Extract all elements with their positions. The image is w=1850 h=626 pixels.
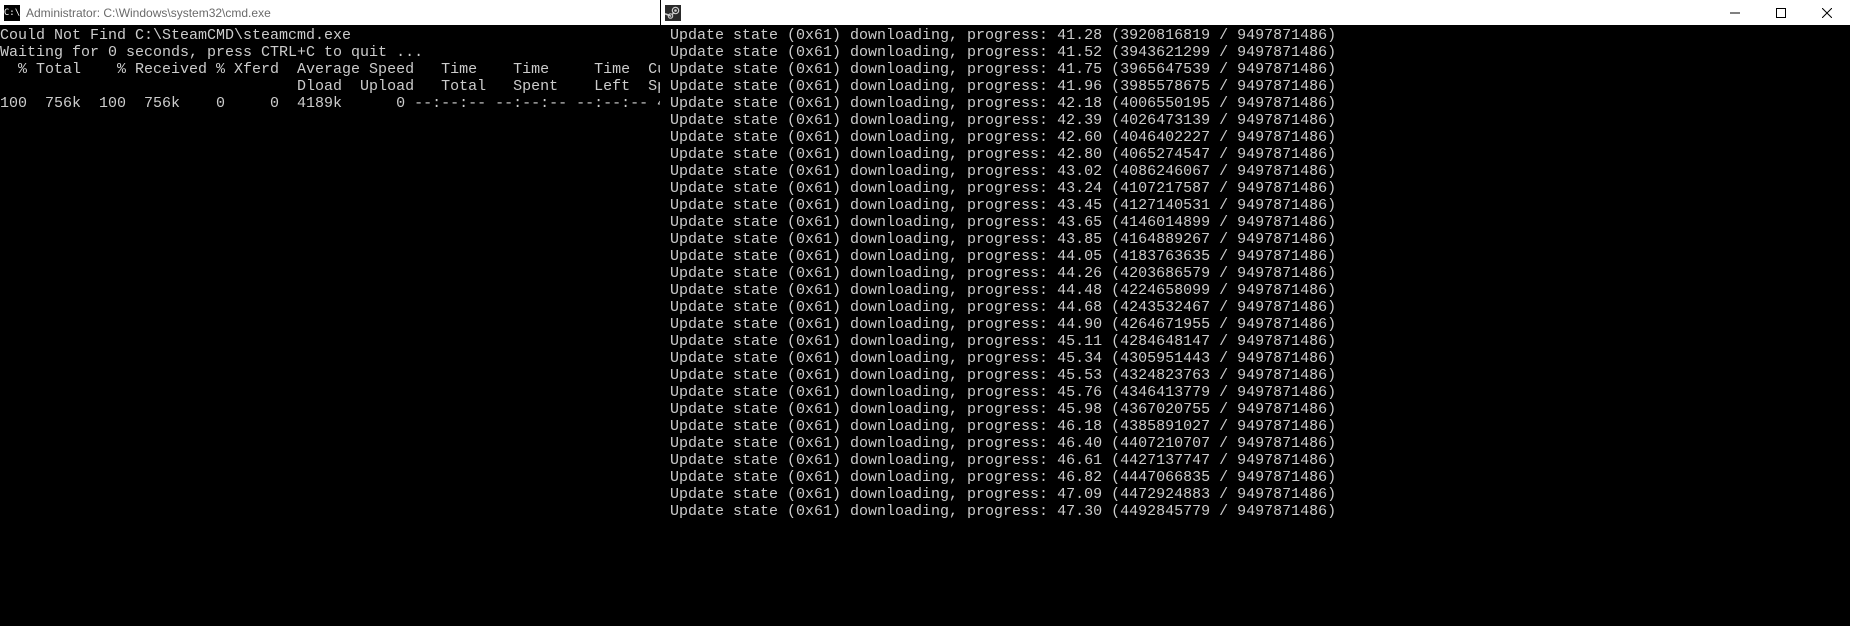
update-line: Update state (0x61) downloading, progres…: [661, 146, 1850, 163]
terminal-line: 100 756k 100 756k 0 0 4189k 0 --:--:-- -…: [0, 95, 660, 112]
terminal-line: Could Not Find C:\SteamCMD\steamcmd.exe: [0, 27, 660, 44]
update-line: Update state (0x61) downloading, progres…: [661, 333, 1850, 350]
cmd-terminal[interactable]: Could Not Find C:\SteamCMD\steamcmd.exeW…: [0, 25, 660, 626]
update-line: Update state (0x61) downloading, progres…: [661, 435, 1850, 452]
steam-icon: [665, 5, 681, 21]
update-line: Update state (0x61) downloading, progres…: [661, 503, 1850, 520]
cmd-icon: C:\: [4, 5, 20, 21]
update-line: Update state (0x61) downloading, progres…: [661, 486, 1850, 503]
update-line: Update state (0x61) downloading, progres…: [661, 384, 1850, 401]
terminal-line: Dload Upload Total Spent Left Speed: [0, 78, 660, 95]
window-controls: [1712, 0, 1850, 25]
update-line: Update state (0x61) downloading, progres…: [661, 112, 1850, 129]
update-line: Update state (0x61) downloading, progres…: [661, 316, 1850, 333]
steam-titlebar[interactable]: [661, 0, 1850, 25]
terminal-line: Waiting for 0 seconds, press CTRL+C to q…: [0, 44, 660, 61]
update-line: Update state (0x61) downloading, progres…: [661, 248, 1850, 265]
cmd-title: Administrator: C:\Windows\system32\cmd.e…: [26, 6, 271, 20]
minimize-button[interactable]: [1712, 0, 1758, 25]
steam-window: Update state (0x61) downloading, progres…: [660, 0, 1850, 626]
update-line: Update state (0x61) downloading, progres…: [661, 299, 1850, 316]
update-line: Update state (0x61) downloading, progres…: [661, 401, 1850, 418]
update-line: Update state (0x61) downloading, progres…: [661, 163, 1850, 180]
update-line: Update state (0x61) downloading, progres…: [661, 61, 1850, 78]
update-line: Update state (0x61) downloading, progres…: [661, 27, 1850, 44]
update-line: Update state (0x61) downloading, progres…: [661, 44, 1850, 61]
cmd-titlebar[interactable]: C:\ Administrator: C:\Windows\system32\c…: [0, 0, 660, 25]
close-button[interactable]: [1804, 0, 1850, 25]
maximize-button[interactable]: [1758, 0, 1804, 25]
cmd-window: C:\ Administrator: C:\Windows\system32\c…: [0, 0, 660, 626]
update-line: Update state (0x61) downloading, progres…: [661, 197, 1850, 214]
update-line: Update state (0x61) downloading, progres…: [661, 95, 1850, 112]
update-line: Update state (0x61) downloading, progres…: [661, 469, 1850, 486]
update-line: Update state (0x61) downloading, progres…: [661, 282, 1850, 299]
update-line: Update state (0x61) downloading, progres…: [661, 129, 1850, 146]
update-line: Update state (0x61) downloading, progres…: [661, 452, 1850, 469]
terminal-line: % Total % Received % Xferd Average Speed…: [0, 61, 660, 78]
update-line: Update state (0x61) downloading, progres…: [661, 265, 1850, 282]
update-line: Update state (0x61) downloading, progres…: [661, 350, 1850, 367]
update-line: Update state (0x61) downloading, progres…: [661, 78, 1850, 95]
update-line: Update state (0x61) downloading, progres…: [661, 418, 1850, 435]
update-line: Update state (0x61) downloading, progres…: [661, 180, 1850, 197]
update-line: Update state (0x61) downloading, progres…: [661, 214, 1850, 231]
steam-terminal[interactable]: Update state (0x61) downloading, progres…: [661, 25, 1850, 626]
update-line: Update state (0x61) downloading, progres…: [661, 367, 1850, 384]
update-line: Update state (0x61) downloading, progres…: [661, 231, 1850, 248]
